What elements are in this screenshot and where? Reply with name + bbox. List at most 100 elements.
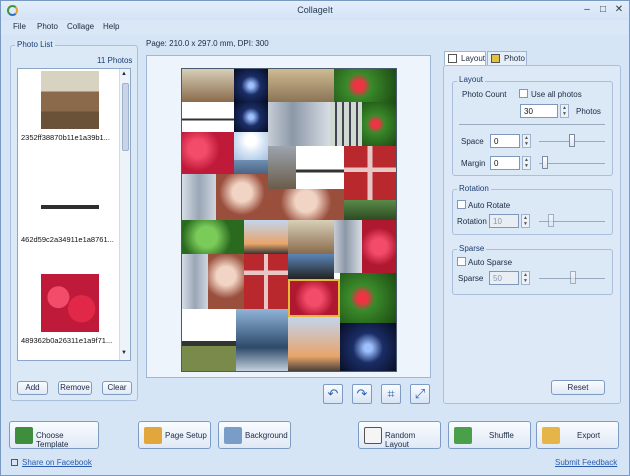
export-icon — [542, 427, 560, 444]
crop-icon[interactable]: ⌗ — [381, 384, 401, 404]
collage-photo[interactable] — [288, 254, 334, 279]
undo-arrow-icon[interactable]: ↶ — [323, 384, 343, 404]
collage-photo[interactable] — [216, 174, 268, 220]
submit-feedback-link[interactable]: Submit Feedback — [555, 458, 617, 467]
auto-sparse-label: Auto Sparse — [468, 258, 513, 267]
layout-icon — [448, 54, 457, 63]
shuffle-button[interactable]: Shuffle — [448, 421, 531, 449]
page-setup-button[interactable]: Page Setup — [138, 421, 211, 449]
menu-photo[interactable]: Photo — [37, 22, 58, 31]
tab-photo[interactable]: Photo — [487, 51, 527, 65]
rotation-input[interactable]: 10 — [489, 214, 519, 228]
collage-photo[interactable] — [344, 146, 396, 200]
collage-photo[interactable] — [288, 317, 340, 371]
add-button[interactable]: Add — [17, 381, 48, 395]
space-slider-thumb[interactable] — [569, 134, 575, 147]
button-label: Page Setup — [165, 431, 207, 440]
remove-button[interactable]: Remove — [58, 381, 92, 395]
collage-photo[interactable] — [334, 220, 362, 273]
list-item[interactable]: 489362b0a26311e1a9f71... — [21, 274, 121, 362]
menu-bar: File Photo Collage Help — [1, 20, 629, 35]
menu-help[interactable]: Help — [103, 22, 119, 31]
collage-photo[interactable] — [244, 220, 288, 254]
margin-spinner[interactable]: ▲ ▼ — [522, 156, 531, 170]
photo-count-input[interactable]: 30 — [520, 104, 558, 118]
space-spinner[interactable]: ▲ ▼ — [522, 134, 531, 148]
collage-photo[interactable] — [182, 309, 236, 371]
collage-photo[interactable] — [268, 189, 344, 220]
tab-label: Photo — [504, 54, 525, 63]
collage-photo[interactable] — [236, 309, 288, 371]
photo-list-scrollbar[interactable]: ▲ ▼ — [119, 69, 130, 360]
collage-photo[interactable] — [340, 323, 396, 371]
button-label: Shuffle — [489, 431, 514, 440]
space-input[interactable]: 0 — [490, 134, 520, 148]
collage-photo[interactable] — [182, 102, 234, 132]
button-label: Background — [245, 431, 288, 440]
collage-photo[interactable] — [234, 102, 268, 132]
scrollbar-thumb[interactable] — [122, 83, 129, 151]
random-layout-button[interactable]: Random Layout — [358, 421, 441, 449]
collage-photo[interactable] — [268, 102, 330, 146]
tab-layout[interactable]: Layout — [444, 51, 486, 65]
collage-photo[interactable] — [268, 69, 334, 102]
clear-button[interactable]: Clear — [102, 381, 132, 395]
photos-unit-label: Photos — [576, 107, 601, 116]
photo-list[interactable]: 2352ff38870b11e1a39b1... 462d59c2a34911e… — [17, 68, 131, 361]
collage-photo[interactable] — [334, 69, 396, 102]
scroll-up-icon[interactable]: ▲ — [121, 71, 127, 77]
collage-photo-selected[interactable] — [288, 279, 340, 317]
collage-photo[interactable] — [340, 273, 396, 323]
collage-photo[interactable] — [344, 200, 396, 220]
export-button[interactable]: Export — [536, 421, 619, 449]
collage-photo[interactable] — [208, 254, 244, 309]
list-item[interactable]: 2352ff38870b11e1a39b1... — [21, 71, 121, 159]
sparse-slider-thumb[interactable] — [570, 271, 576, 284]
photo-caption: 462d59c2a34911e1a8761... — [21, 235, 114, 244]
collage-photo[interactable] — [296, 146, 344, 189]
choose-template-button[interactable]: Choose Template — [9, 421, 99, 449]
minimize-icon[interactable]: – — [579, 3, 595, 17]
use-all-photos-checkbox[interactable] — [519, 89, 528, 98]
collage-photo[interactable] — [234, 69, 268, 102]
collage-page[interactable] — [181, 68, 397, 372]
collage-photo[interactable] — [182, 69, 234, 102]
close-icon[interactable]: ✕ — [611, 3, 627, 17]
rotation-spinner[interactable]: ▲ ▼ — [521, 214, 530, 228]
reset-button[interactable]: Reset — [551, 380, 605, 395]
menu-file[interactable]: File — [13, 22, 26, 31]
collage-photo[interactable] — [182, 254, 208, 309]
collage-photo[interactable] — [330, 102, 362, 146]
margin-slider-track[interactable] — [539, 163, 605, 164]
menu-collage[interactable]: Collage — [67, 22, 94, 31]
photo-thumbnail — [41, 71, 99, 129]
collage-photo[interactable] — [244, 254, 288, 309]
photo-count-label: Photo Count — [462, 90, 507, 99]
collage-photo[interactable] — [268, 146, 296, 189]
sparse-spinner[interactable]: ▲ ▼ — [521, 271, 530, 285]
collage-photo[interactable] — [362, 102, 396, 146]
margin-label: Margin — [461, 159, 486, 168]
list-item[interactable]: 462d59c2a34911e1a8761... — [21, 173, 121, 261]
collage-photo[interactable] — [182, 132, 234, 174]
rotation-slider-thumb[interactable] — [548, 214, 554, 227]
auto-rotate-checkbox[interactable] — [457, 200, 466, 209]
margin-slider-thumb[interactable] — [542, 156, 548, 169]
fit-to-page-icon[interactable]: ⤢ — [410, 384, 430, 404]
collage-photo[interactable] — [234, 132, 268, 160]
collage-photo[interactable] — [182, 174, 216, 220]
photo-count-spinner[interactable]: ▲ ▼ — [560, 104, 569, 118]
rotation-group — [452, 189, 613, 235]
margin-input[interactable]: 0 — [490, 156, 520, 170]
collage-photo[interactable] — [362, 220, 396, 273]
auto-sparse-checkbox[interactable] — [457, 257, 466, 266]
background-button[interactable]: Background — [218, 421, 291, 449]
maximize-icon[interactable]: □ — [595, 3, 611, 17]
redo-arrow-icon[interactable]: ↷ — [352, 384, 372, 404]
collage-photo[interactable] — [288, 220, 334, 254]
sparse-input[interactable]: 50 — [489, 271, 519, 285]
share-facebook-link[interactable]: Share on Facebook — [11, 458, 92, 467]
collage-photo[interactable] — [182, 220, 244, 254]
photo-list-title: Photo List — [15, 40, 55, 49]
scroll-down-icon[interactable]: ▼ — [121, 350, 127, 356]
